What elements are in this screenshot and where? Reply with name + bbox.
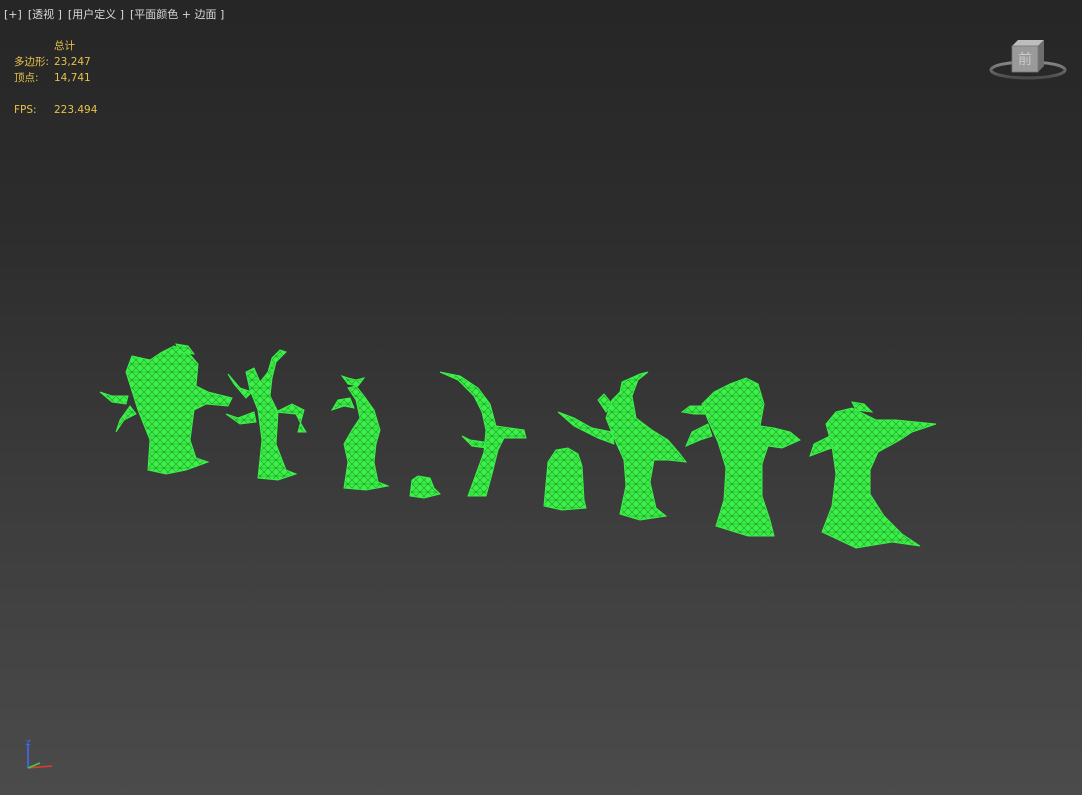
dead-tree-3[interactable] [330,375,390,491]
bent-tree[interactable] [439,371,527,497]
tree-stump[interactable] [409,475,441,499]
dead-tree-5[interactable] [680,377,801,537]
dead-tree-1[interactable] [99,343,233,475]
axis-z-label: z [26,738,31,748]
dead-tree-6[interactable] [809,401,937,549]
tombstone[interactable] [543,447,587,511]
dead-tree-2[interactable] [225,349,307,481]
viewport-perspective[interactable]: [+] [透视 ] [用户定义 ] [平面颜色 + 边面 ] 总计 多边形: 2… [0,0,1082,795]
axis-tripod: z [26,738,53,769]
scene-objects [99,343,937,549]
